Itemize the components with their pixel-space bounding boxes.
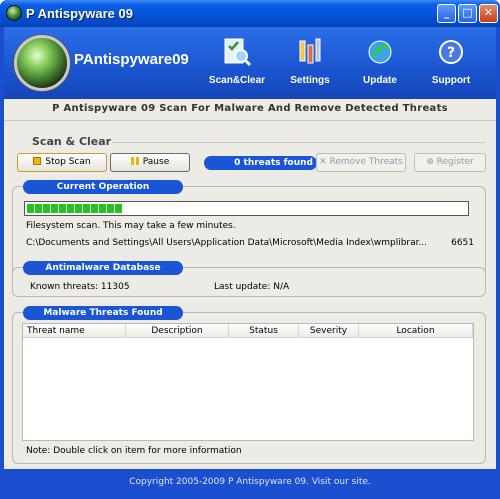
threats-label: Malware Threats Found — [23, 306, 183, 320]
nav-settings-label: Settings — [290, 75, 330, 86]
divider — [112, 142, 486, 143]
title-bar[interactable]: P Antispyware 09 _ □ ✕ — [0, 0, 500, 27]
window-title: P Antispyware 09 — [26, 6, 133, 21]
maximize-button[interactable]: □ — [458, 4, 477, 23]
nav-scan-clear[interactable]: Scan&Clear — [207, 33, 267, 93]
nav-support-label: Support — [431, 75, 471, 86]
table-note: Note: Double click on item for more info… — [26, 446, 242, 456]
progress-block — [91, 204, 98, 213]
progress-block — [67, 204, 74, 213]
col-description[interactable]: Description — [126, 324, 229, 338]
col-severity[interactable]: Severity — [299, 324, 359, 338]
stop-icon — [33, 157, 42, 165]
progress-block — [107, 204, 114, 213]
scan-current-path: C:\Documents and Settings\All Users\Appl… — [26, 238, 426, 248]
threats-table[interactable]: Threat name Description Status Severity … — [22, 323, 474, 441]
progress-block — [43, 204, 50, 213]
minimize-button[interactable]: _ — [437, 4, 456, 23]
nav-settings[interactable]: Settings — [280, 33, 340, 93]
progress-block — [27, 204, 34, 213]
update-icon — [368, 40, 392, 64]
progress-block — [35, 204, 42, 213]
register-button[interactable]: ⊕ Register — [414, 153, 486, 172]
remove-threats-label: Remove Threats — [329, 157, 403, 167]
scan-message: Filesystem scan. This may take a few min… — [26, 221, 236, 231]
nav-update[interactable]: Update — [350, 33, 410, 93]
progress-block — [99, 204, 106, 213]
pause-button[interactable]: Pause — [110, 153, 190, 172]
client-area: PAntispyware09 Scan&Clear Settings Updat… — [4, 27, 496, 495]
settings-icon — [299, 38, 321, 64]
logo-orb-icon — [14, 35, 70, 91]
remove-threats-button[interactable]: ✕ Remove Threats — [316, 153, 406, 172]
progress-block — [83, 204, 90, 213]
page-subtitle: P Antispyware 09 Scan For Malware And Re… — [4, 99, 496, 121]
svg-text:?: ? — [447, 45, 455, 61]
scan-progress-bar — [24, 201, 469, 216]
register-icon: ⊕ — [426, 157, 437, 167]
footer-copyright[interactable]: Copyright 2005-2009 P Antispyware 09. Vi… — [4, 469, 496, 495]
threats-found-badge: 0 threats found — [204, 156, 317, 170]
progress-block — [75, 204, 82, 213]
pause-icon — [130, 157, 139, 165]
app-icon — [6, 5, 22, 21]
table-header: Threat name Description Status Severity … — [23, 324, 473, 338]
scan-clear-heading: Scan & Clear — [32, 135, 112, 148]
pause-label: Pause — [142, 157, 170, 167]
col-status[interactable]: Status — [229, 324, 299, 338]
progress-block — [51, 204, 58, 213]
database-label: Antimalware Database — [23, 261, 183, 275]
last-update: Last update: N/A — [214, 282, 290, 292]
col-location[interactable]: Location — [359, 324, 473, 338]
current-operation-label: Current Operation — [23, 180, 183, 194]
col-threat-name[interactable]: Threat name — [23, 324, 126, 338]
stop-scan-button[interactable]: Stop Scan — [17, 153, 107, 172]
nav-scan-clear-label: Scan&Clear — [208, 75, 266, 86]
scan-file-count: 6651 — [451, 238, 474, 248]
app-name: PAntispyware09 — [74, 51, 189, 68]
register-label: Register — [436, 157, 474, 167]
support-icon: ? — [439, 40, 463, 64]
nav-update-label: Update — [363, 75, 397, 86]
progress-block — [59, 204, 66, 213]
progress-block — [115, 204, 122, 213]
app-window: P Antispyware 09 _ □ ✕ PAntispyware09 Sc… — [0, 0, 500, 499]
close-button[interactable]: ✕ — [479, 4, 498, 23]
stop-scan-label: Stop Scan — [45, 157, 91, 167]
app-header: PAntispyware09 Scan&Clear Settings Updat… — [4, 27, 496, 99]
scan-clear-icon — [224, 38, 252, 67]
known-threats: Known threats: 11305 — [30, 282, 130, 292]
nav-support[interactable]: ? Support — [421, 33, 481, 93]
close-icon: ✕ — [319, 157, 330, 167]
